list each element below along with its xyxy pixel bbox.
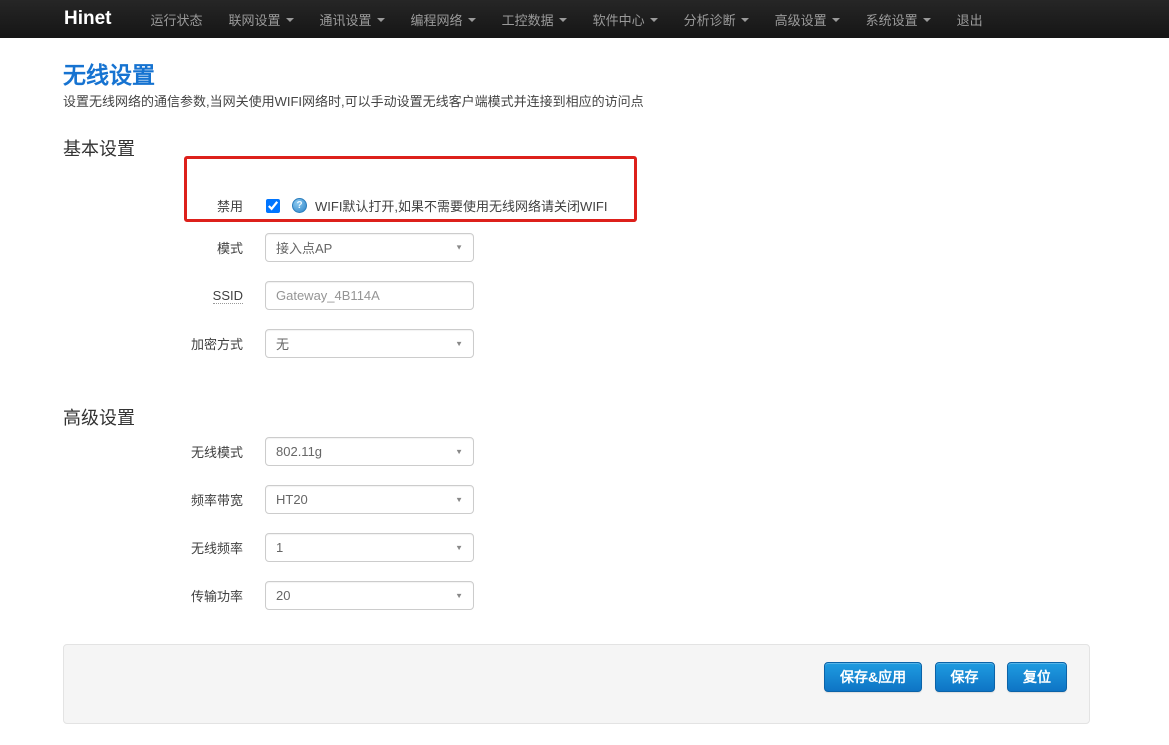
- nav-item-network-settings[interactable]: 联网设置: [216, 0, 307, 38]
- tx-power-row: 传输功率 20 ▼: [63, 581, 1169, 610]
- chevron-down-icon: [377, 18, 385, 22]
- footer-action-bar: 保存&应用 保存 复位: [63, 644, 1090, 724]
- channel-select[interactable]: 1 ▼: [265, 533, 474, 562]
- select-arrow-icon: ▼: [455, 339, 463, 347]
- brand-logo[interactable]: Hinet: [64, 8, 112, 30]
- bandwidth-select-value: HT20: [276, 492, 308, 507]
- chevron-down-icon: [923, 18, 931, 22]
- nav-item-running-status[interactable]: 运行状态: [138, 0, 216, 38]
- select-arrow-icon: ▼: [455, 243, 463, 251]
- select-arrow-icon: ▼: [455, 447, 463, 455]
- mode-row: 模式 接入点AP ▼: [63, 233, 1169, 262]
- chevron-down-icon: [650, 18, 658, 22]
- select-arrow-icon: ▼: [455, 495, 463, 503]
- bandwidth-label: 频率带宽: [63, 490, 265, 509]
- disable-row: 禁用 ? WIFI默认打开,如果不需要使用无线网络请关闭WIFI: [63, 196, 1169, 215]
- nav-item-label: 工控数据: [502, 10, 554, 29]
- wifi-disable-hint: WIFI默认打开,如果不需要使用无线网络请关闭WIFI: [315, 196, 607, 215]
- mode-label: 模式: [63, 238, 265, 257]
- chevron-down-icon: [741, 18, 749, 22]
- nav-item-advanced-settings[interactable]: 高级设置: [762, 0, 853, 38]
- wifi-disable-checkbox[interactable]: [266, 199, 280, 213]
- nav-item-label: 高级设置: [775, 10, 827, 29]
- wireless-mode-row: 无线模式 802.11g ▼: [63, 437, 1169, 466]
- tx-power-label: 传输功率: [63, 586, 265, 605]
- page-title: 无线设置: [63, 62, 1169, 88]
- chevron-down-icon: [468, 18, 476, 22]
- top-navbar: Hinet 运行状态 联网设置 通讯设置 编程网络 工控数据 软件中心 分析诊断…: [0, 0, 1169, 38]
- encryption-row: 加密方式 无 ▼: [63, 329, 1169, 358]
- page-content: 无线设置 设置无线网络的通信参数,当网关使用WIFI网络时,可以手动设置无线客户…: [0, 62, 1169, 610]
- ssid-label-text: SSID: [213, 288, 243, 304]
- nav-item-label: 联网设置: [229, 10, 281, 29]
- section-heading-basic: 基本设置: [63, 139, 1169, 160]
- channel-row: 无线频率 1 ▼: [63, 533, 1169, 562]
- mode-select[interactable]: 接入点AP ▼: [265, 233, 474, 262]
- select-arrow-icon: ▼: [455, 543, 463, 551]
- nav-item-label: 通讯设置: [320, 10, 372, 29]
- save-apply-button[interactable]: 保存&应用: [824, 662, 922, 692]
- section-heading-advanced: 高级设置: [63, 408, 1169, 429]
- wireless-mode-label: 无线模式: [63, 442, 265, 461]
- nav-item-label: 分析诊断: [684, 10, 736, 29]
- nav-item-label: 退出: [957, 10, 983, 29]
- nav-item-label: 编程网络: [411, 10, 463, 29]
- nav-item-label: 系统设置: [866, 10, 918, 29]
- encryption-select[interactable]: 无 ▼: [265, 329, 474, 358]
- select-arrow-icon: ▼: [455, 591, 463, 599]
- chevron-down-icon: [286, 18, 294, 22]
- bandwidth-select[interactable]: HT20 ▼: [265, 485, 474, 514]
- ssid-input[interactable]: [265, 281, 474, 310]
- nav-item-software-center[interactable]: 软件中心: [580, 0, 671, 38]
- encryption-select-value: 无: [276, 334, 289, 353]
- nav-item-programming-network[interactable]: 编程网络: [398, 0, 489, 38]
- nav-item-label: 软件中心: [593, 10, 645, 29]
- ssid-label: SSID: [63, 288, 265, 303]
- nav-item-label: 运行状态: [151, 10, 203, 29]
- nav-item-comm-settings[interactable]: 通讯设置: [307, 0, 398, 38]
- nav-item-system-settings[interactable]: 系统设置: [853, 0, 944, 38]
- channel-select-value: 1: [276, 540, 283, 555]
- ssid-row: SSID: [63, 281, 1169, 310]
- bandwidth-row: 频率带宽 HT20 ▼: [63, 485, 1169, 514]
- tx-power-select-value: 20: [276, 588, 290, 603]
- nav-item-logout[interactable]: 退出: [944, 0, 996, 38]
- disable-label: 禁用: [63, 196, 265, 215]
- tx-power-select[interactable]: 20 ▼: [265, 581, 474, 610]
- nav-item-industrial-data[interactable]: 工控数据: [489, 0, 580, 38]
- help-question-icon: ?: [292, 198, 307, 213]
- wireless-mode-select-value: 802.11g: [276, 444, 322, 459]
- reset-button[interactable]: 复位: [1007, 662, 1067, 692]
- nav-item-analysis-diagnosis[interactable]: 分析诊断: [671, 0, 762, 38]
- chevron-down-icon: [559, 18, 567, 22]
- encryption-label: 加密方式: [63, 334, 265, 353]
- channel-label: 无线频率: [63, 538, 265, 557]
- mode-select-value: 接入点AP: [276, 238, 332, 257]
- wireless-mode-select[interactable]: 802.11g ▼: [265, 437, 474, 466]
- page-subtitle: 设置无线网络的通信参数,当网关使用WIFI网络时,可以手动设置无线客户端模式并连…: [63, 94, 1169, 109]
- save-button[interactable]: 保存: [935, 662, 995, 692]
- chevron-down-icon: [832, 18, 840, 22]
